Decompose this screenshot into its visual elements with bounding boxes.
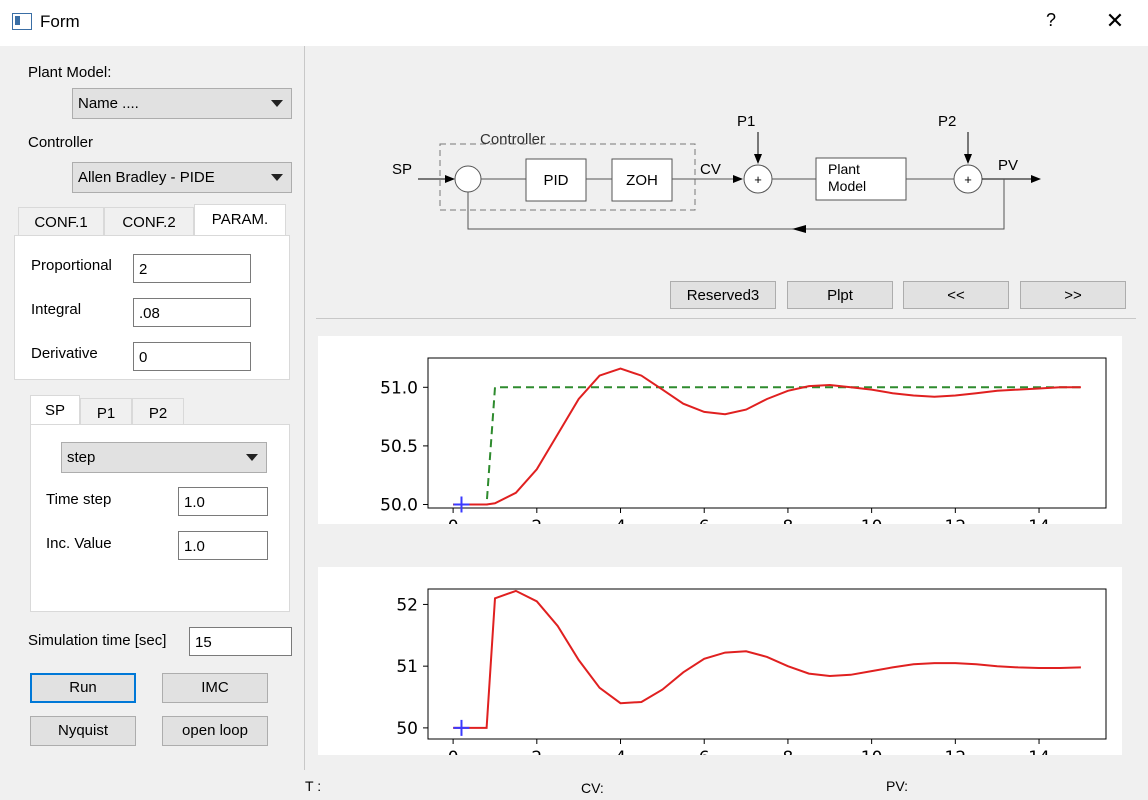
controller-title: Controller: [480, 131, 545, 148]
plant-label-line1: Plant: [828, 161, 860, 177]
axes-frame: [427, 357, 1107, 509]
derivative-input[interactable]: 0: [133, 342, 251, 371]
pv-label: PV: [998, 157, 1018, 174]
p1-plus: +: [754, 172, 762, 187]
y-tick-label: 50.5: [380, 437, 418, 457]
plant-model-value: Name ....: [78, 95, 139, 112]
x-tick-label: 4: [615, 517, 626, 524]
cv-plot: 50 51 52 0 2 4 6 8 10 12 14: [318, 567, 1122, 768]
x-tick-label: 14: [1028, 748, 1050, 755]
integral-label: Integral: [31, 301, 82, 318]
tab-conf2[interactable]: CONF.2: [104, 207, 194, 235]
chevron-down-icon: [271, 100, 283, 107]
signal-type-select[interactable]: step: [61, 442, 267, 473]
inc-value-value: 1.0: [184, 538, 205, 555]
derivative-value: 0: [139, 349, 148, 366]
proportional-value: 2: [139, 261, 148, 278]
zoh-label: ZOH: [626, 172, 658, 189]
controller-value: Allen Bradley - PIDE: [78, 169, 215, 186]
p2-label: P2: [938, 113, 956, 130]
summing-junction: [454, 165, 482, 193]
window-title: Form: [40, 12, 80, 31]
x-tick-label: 12: [945, 517, 967, 524]
tab-param[interactable]: PARAM.: [194, 204, 286, 236]
y-tick-label: 51.0: [380, 378, 418, 398]
chevron-down-icon: [271, 174, 283, 181]
proportional-label: Proportional: [31, 257, 112, 274]
plant-model-select[interactable]: Name ....: [72, 88, 292, 119]
sp-pv-chart: 50.0 50.5 51.0 0 2 4 6 8 10 12 14: [380, 357, 1107, 537]
status-cv: CV:: [581, 780, 604, 796]
chevron-down-icon: [246, 454, 258, 461]
controller-select[interactable]: Allen Bradley - PIDE: [72, 162, 292, 193]
derivative-label: Derivative: [31, 345, 98, 362]
imc-button[interactable]: IMC: [162, 673, 268, 703]
sp-pv-plot: 50.0 50.5 51.0 0 2 4 6 8 10 12 14: [318, 336, 1122, 537]
sim-time-label: Simulation time [sec]: [28, 632, 167, 649]
pid-label: PID: [543, 172, 568, 189]
x-tick-label: 0: [448, 748, 459, 755]
feedback-arrow: [792, 225, 806, 233]
tab-conf1[interactable]: CONF.1: [18, 207, 104, 235]
help-button[interactable]: ?: [1042, 10, 1060, 31]
plant-label-line2: Model: [828, 178, 866, 194]
tab-p2[interactable]: P2: [132, 398, 184, 425]
cv-chart: 50 51 52 0 2 4 6 8 10 12 14: [396, 588, 1107, 768]
reserved3-button[interactable]: Reserved3: [670, 281, 776, 309]
integral-input[interactable]: .08: [133, 298, 251, 327]
plot-button[interactable]: Plpt: [787, 281, 893, 309]
run-button[interactable]: Run: [30, 673, 136, 703]
status-t: T :: [305, 778, 322, 794]
time-step-input[interactable]: 1.0: [178, 487, 268, 516]
time-step-value: 1.0: [184, 494, 205, 511]
time-step-label: Time step: [46, 491, 112, 508]
sp-pane: step Time step 1.0 Inc. Value 1.0: [30, 424, 290, 612]
sim-time-value: 15: [195, 634, 212, 651]
left-panel: Plant Model: Name .... Controller Allen …: [0, 46, 304, 800]
next-button[interactable]: >>: [1020, 281, 1126, 309]
cv-label: CV: [700, 161, 721, 178]
open-loop-button[interactable]: open loop: [162, 716, 268, 746]
x-tick-label: 10: [861, 517, 883, 524]
plant-model-label: Plant Model:: [28, 64, 112, 81]
integral-value: .08: [139, 305, 160, 322]
inc-value-label: Inc. Value: [46, 535, 112, 552]
x-tick-label: 0: [448, 517, 459, 524]
y-tick-label: 50: [396, 719, 418, 739]
controller-label: Controller: [28, 134, 94, 151]
y-tick-label: 50.0: [380, 495, 418, 515]
app-icon: [12, 13, 32, 30]
inc-value-input[interactable]: 1.0: [178, 531, 268, 560]
close-button[interactable]: ✕: [1104, 8, 1126, 34]
y-tick-label: 52: [396, 595, 418, 615]
horizontal-splitter[interactable]: [316, 318, 1136, 319]
x-tick-label: 6: [699, 517, 710, 524]
x-tick-label: 2: [531, 748, 542, 755]
sim-time-input[interactable]: 15: [189, 627, 292, 656]
x-tick-label: 8: [783, 517, 794, 524]
status-pv: PV:: [886, 778, 909, 794]
prev-button[interactable]: <<: [903, 281, 1009, 309]
title-bar: Form ? ✕: [0, 0, 1148, 46]
p1-label: P1: [737, 113, 755, 130]
x-tick-label: 2: [531, 517, 542, 524]
x-tick-label: 4: [615, 748, 626, 755]
param-pane: Proportional 2 Integral .08 Derivative 0: [14, 235, 290, 380]
block-diagram: Controller SP PID ZOH CV + P1 Plant Mode…: [392, 113, 1041, 233]
signal-type-value: step: [67, 449, 96, 466]
p2-plus: +: [964, 172, 972, 187]
sp-label: SP: [392, 161, 412, 178]
y-tick-label: 51: [396, 657, 418, 677]
x-tick-label: 6: [699, 748, 710, 755]
vertical-splitter[interactable]: [304, 46, 305, 770]
proportional-input[interactable]: 2: [133, 254, 251, 283]
x-tick-label: 14: [1028, 517, 1050, 524]
nyquist-button[interactable]: Nyquist: [30, 716, 136, 746]
tab-p1[interactable]: P1: [80, 398, 132, 425]
axes-frame: [427, 588, 1107, 740]
tab-sp[interactable]: SP: [30, 395, 80, 425]
x-tick-label: 10: [861, 748, 883, 755]
x-tick-label: 8: [783, 748, 794, 755]
x-tick-label: 12: [945, 748, 967, 755]
